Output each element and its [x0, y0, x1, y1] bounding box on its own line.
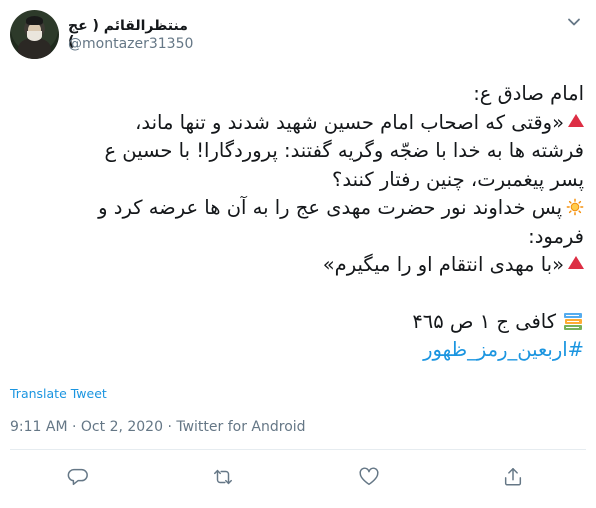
retweet-icon[interactable]: [212, 466, 234, 488]
hashtag-link[interactable]: #اربعین_رمز_ظهور: [10, 336, 584, 365]
meta-separator: ·: [163, 419, 177, 435]
sun-icon: [566, 198, 584, 216]
share-icon[interactable]: [502, 466, 524, 488]
text-line-4: پسر پیغمبرت، چنین رفتار کنند؟: [332, 167, 584, 191]
tweet-date[interactable]: Oct 2, 2020: [81, 419, 163, 435]
text-line-3: فرشته ها به خدا با ضجّه وگریه گفتند: پرو…: [104, 139, 584, 162]
meta-separator: ·: [67, 419, 81, 435]
red-triangle-icon: [568, 113, 584, 127]
translate-tweet-link[interactable]: Translate Tweet: [10, 386, 107, 401]
text-line-source: کافی ج ۱ ص ۴٦۵: [10, 308, 584, 337]
chevron-down-icon[interactable]: [562, 10, 586, 34]
text-line-5: پس خداوند نور حضرت مهدی عج را به آن ها ع…: [10, 194, 584, 223]
text-line-2: «وقتی که اصحاب امام حسین شهید شدند و تنه…: [10, 109, 584, 138]
avatar-beard: [27, 31, 42, 41]
avatar[interactable]: [10, 10, 59, 59]
tweet-source[interactable]: Twitter for Android: [176, 419, 305, 435]
heart-icon[interactable]: [358, 466, 380, 488]
tweet-header: منتظرالقائم ( عج ) @montazer31350: [0, 10, 596, 60]
red-triangle-icon: [568, 256, 584, 269]
avatar-robe: [18, 38, 51, 59]
divider: [10, 449, 586, 450]
tweet-card: منتظرالقائم ( عج ) @montazer31350 امام ص…: [0, 0, 596, 508]
reply-icon[interactable]: [67, 466, 89, 488]
avatar-turban: [26, 16, 43, 25]
action-bar: [0, 466, 596, 490]
tweet-text: امام صادق ع: «وقتی که اصحاب امام حسین شه…: [10, 80, 584, 365]
text-line-6: فرمود:: [528, 224, 584, 248]
tweet-meta: 9:11 AM · Oct 2, 2020 · Twitter for Andr…: [10, 419, 306, 435]
text-line-1: امام صادق ع:: [473, 82, 584, 105]
tweet-time[interactable]: 9:11 AM: [10, 419, 68, 435]
books-icon: [564, 312, 582, 330]
user-handle[interactable]: @montazer31350: [68, 36, 193, 52]
text-line-7: «با مهدی انتقام او را میگیرم»: [10, 251, 584, 280]
